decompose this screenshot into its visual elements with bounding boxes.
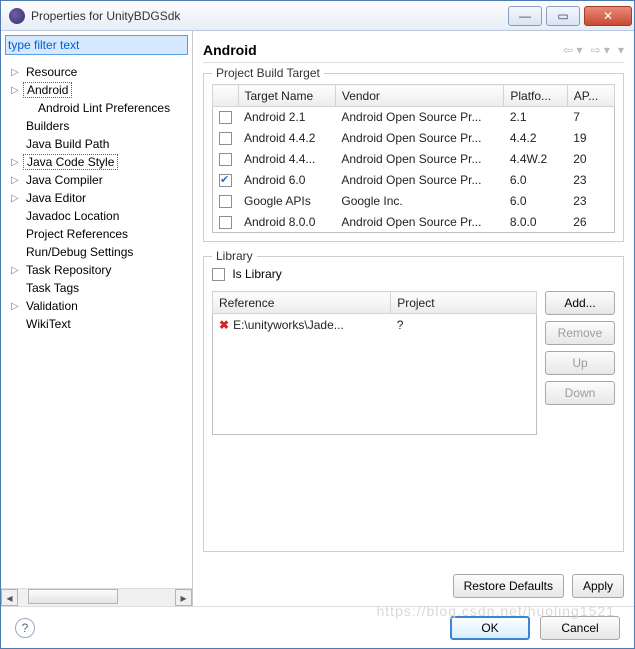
tree-item[interactable]: Builders (1, 117, 192, 135)
tree-item[interactable]: Project References (1, 225, 192, 243)
tree-item[interactable]: ▷Resource (1, 63, 192, 81)
target-table[interactable]: Target NameVendorPlatfo...AP... Android … (212, 84, 615, 233)
expand-icon[interactable]: ▷ (11, 175, 23, 186)
maximize-button[interactable]: ▭ (546, 6, 580, 26)
table-row[interactable]: Android 4.4.2Android Open Source Pr...4.… (213, 128, 615, 149)
tree-label: Task Tags (23, 281, 82, 295)
tree-label: Java Code Style (23, 154, 118, 170)
filter-input[interactable] (5, 35, 188, 55)
forward-icon[interactable]: ⇨ ▾ (591, 43, 610, 57)
expand-icon[interactable]: ▷ (11, 67, 23, 78)
table-row[interactable]: Android 8.0.0Android Open Source Pr...8.… (213, 212, 615, 233)
minimize-button[interactable]: — (508, 6, 542, 26)
tree-label: Android Lint Preferences (35, 101, 173, 115)
menu-icon[interactable]: ▾ (618, 43, 624, 57)
library-group: Library Is Library Reference Project ✖E:… (203, 256, 624, 552)
tree-label: Android (23, 82, 72, 98)
scroll-left-button[interactable]: ◂ (1, 589, 18, 606)
tree-item[interactable]: ▷Java Compiler (1, 171, 192, 189)
tree-item[interactable]: ▷Validation (1, 297, 192, 315)
tree-label: WikiText (23, 317, 74, 331)
table-row[interactable]: Android 6.0Android Open Source Pr...6.02… (213, 170, 615, 191)
tree-item[interactable]: Run/Debug Settings (1, 243, 192, 261)
tree-label: Java Build Path (23, 137, 112, 151)
down-button[interactable]: Down (545, 381, 615, 405)
is-library-checkbox[interactable] (212, 268, 225, 281)
up-button[interactable]: Up (545, 351, 615, 375)
tree-item[interactable]: Javadoc Location (1, 207, 192, 225)
tree-label: Builders (23, 119, 72, 133)
tree-label: Resource (23, 65, 80, 79)
tree-item[interactable]: Java Build Path (1, 135, 192, 153)
table-header[interactable]: Target Name (238, 85, 335, 107)
target-checkbox[interactable] (219, 153, 232, 166)
tree-item[interactable]: Android Lint Preferences (1, 99, 192, 117)
table-row[interactable]: ✖E:\unityworks\Jade... ? (213, 314, 537, 335)
table-header[interactable]: Platfo... (504, 85, 567, 107)
expand-icon[interactable]: ▷ (11, 85, 23, 96)
col-project[interactable]: Project (391, 292, 537, 314)
tree-label: Validation (23, 299, 81, 313)
eclipse-icon (9, 8, 25, 24)
error-icon: ✖ (219, 318, 229, 332)
page-title: Android (203, 42, 555, 58)
tree-item[interactable]: WikiText (1, 315, 192, 333)
remove-button[interactable]: Remove (545, 321, 615, 345)
scroll-track[interactable] (18, 589, 175, 606)
target-checkbox[interactable] (219, 216, 232, 229)
target-checkbox[interactable] (219, 174, 232, 187)
expand-icon[interactable]: ▷ (11, 157, 23, 168)
tree-label: Run/Debug Settings (23, 245, 136, 259)
tree-label: Java Compiler (23, 173, 106, 187)
expand-icon[interactable]: ▷ (11, 193, 23, 204)
table-row[interactable]: Google APIsGoogle Inc.6.023 (213, 191, 615, 212)
table-row[interactable]: Android 2.1Android Open Source Pr...2.17 (213, 107, 615, 128)
add-button[interactable]: Add... (545, 291, 615, 315)
group-title: Library (212, 249, 257, 263)
scroll-thumb[interactable] (28, 589, 118, 604)
target-checkbox[interactable] (219, 132, 232, 145)
tree-item[interactable]: Task Tags (1, 279, 192, 297)
cancel-button[interactable]: Cancel (540, 616, 620, 640)
library-table[interactable]: Reference Project ✖E:\unityworks\Jade...… (212, 291, 537, 435)
group-title: Project Build Target (212, 66, 324, 80)
dialog-footer: ? OK Cancel (1, 606, 634, 648)
expand-icon[interactable]: ▷ (11, 265, 23, 276)
table-header[interactable] (213, 85, 239, 107)
tree-item[interactable]: ▷Android (1, 81, 192, 99)
tree-item[interactable]: ▷Task Repository (1, 261, 192, 279)
tree-label: Java Editor (23, 191, 89, 205)
table-row[interactable]: Android 4.4...Android Open Source Pr...4… (213, 149, 615, 170)
build-target-group: Project Build Target Target NameVendorPl… (203, 73, 624, 242)
tree-label: Javadoc Location (23, 209, 122, 223)
table-header[interactable]: Vendor (335, 85, 503, 107)
nav-tree[interactable]: ▷Resource▷AndroidAndroid Lint Preference… (1, 59, 192, 588)
help-icon[interactable]: ? (15, 618, 35, 638)
is-library-label: Is Library (232, 267, 281, 281)
tree-item[interactable]: ▷Java Code Style (1, 153, 192, 171)
sidebar: ▷Resource▷AndroidAndroid Lint Preference… (1, 31, 193, 606)
back-icon[interactable]: ⇦ ▾ (563, 43, 582, 57)
scroll-right-button[interactable]: ▸ (175, 589, 192, 606)
table-header[interactable]: AP... (567, 85, 614, 107)
apply-button[interactable]: Apply (572, 574, 624, 598)
window-titlebar: Properties for UnityBDGSdk — ▭ ✕ (1, 1, 634, 31)
tree-item[interactable]: ▷Java Editor (1, 189, 192, 207)
target-checkbox[interactable] (219, 111, 232, 124)
col-reference[interactable]: Reference (213, 292, 391, 314)
target-checkbox[interactable] (219, 195, 232, 208)
window-title: Properties for UnityBDGSdk (31, 9, 504, 23)
ok-button[interactable]: OK (450, 616, 530, 640)
close-button[interactable]: ✕ (584, 6, 632, 26)
tree-label: Project References (23, 227, 131, 241)
restore-defaults-button[interactable]: Restore Defaults (453, 574, 564, 598)
horizontal-scrollbar[interactable]: ◂ ▸ (1, 588, 192, 606)
expand-icon[interactable]: ▷ (11, 301, 23, 312)
main-panel: Android ⇦ ▾ ⇨ ▾ ▾ Project Build Target T… (193, 31, 634, 606)
tree-label: Task Repository (23, 263, 114, 277)
